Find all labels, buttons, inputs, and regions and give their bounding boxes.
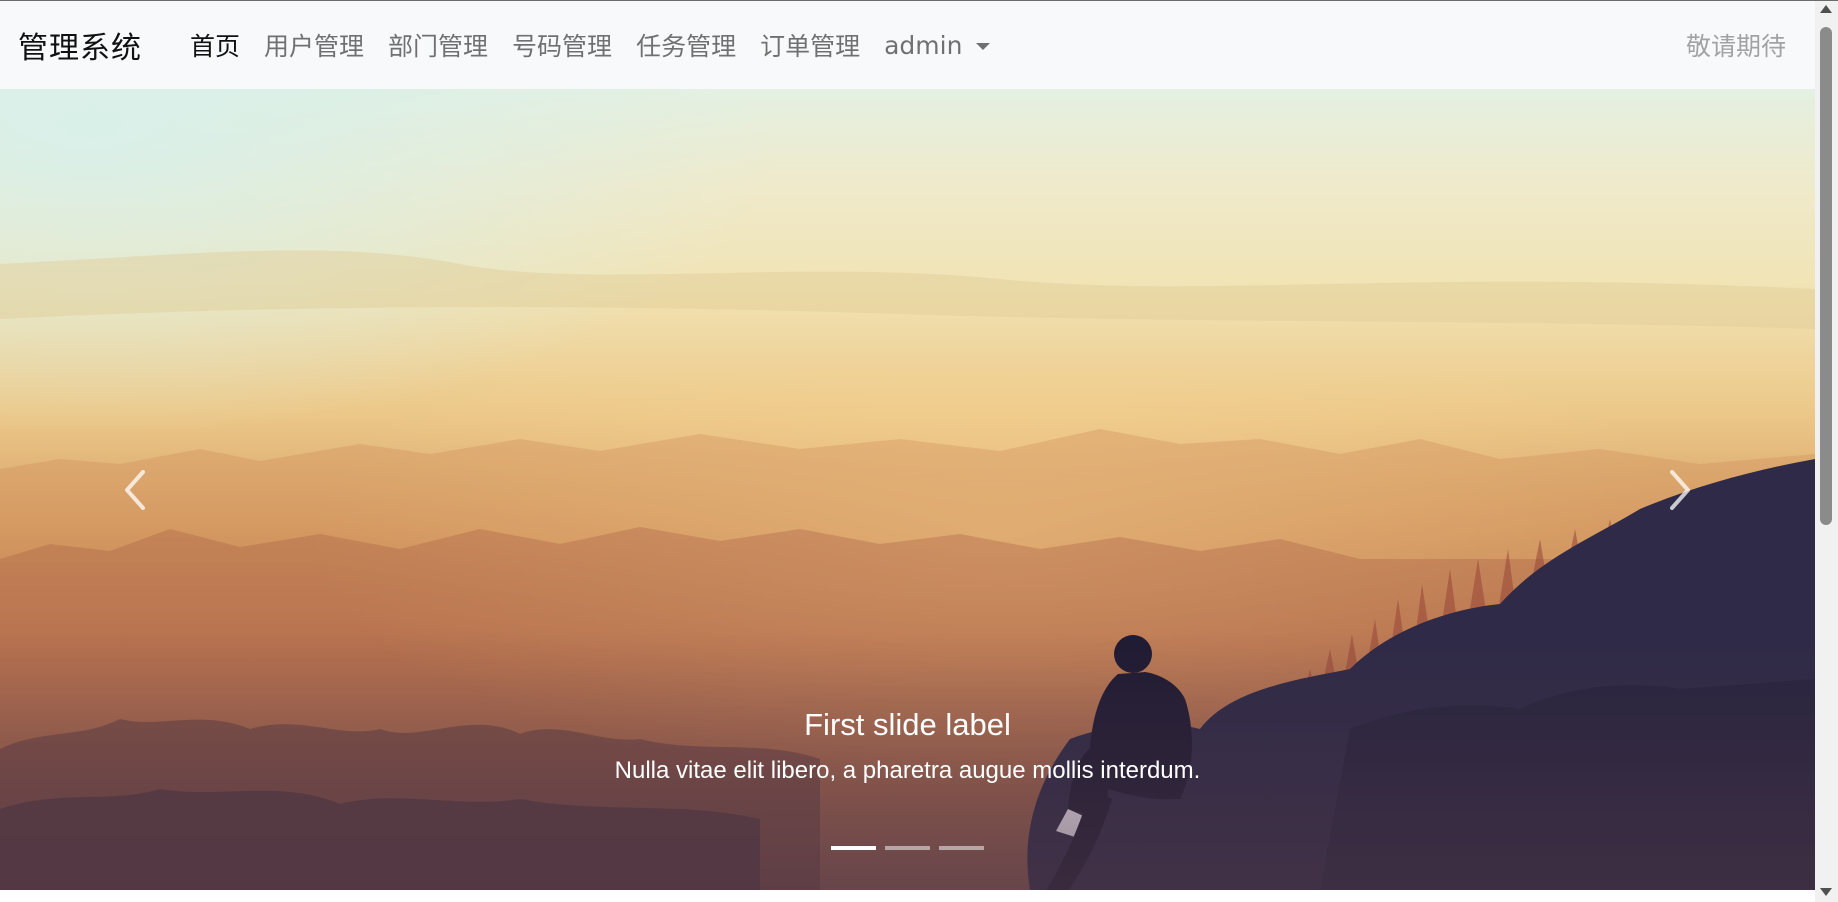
nav-link-user-management[interactable]: 用户管理 [252,27,376,63]
nav-link-task-management[interactable]: 任务管理 [624,27,748,63]
carousel-indicator-1[interactable] [831,846,876,850]
carousel-indicator-3[interactable] [939,846,984,850]
nav-link-home[interactable]: 首页 [178,27,252,63]
carousel-caption: First slide label Nulla vitae elit liber… [0,707,1815,785]
chevron-left-icon [125,469,145,510]
carousel-indicators [0,846,1815,850]
admin-dropdown-toggle[interactable]: admin [872,31,1002,60]
caret-down-icon [976,43,991,50]
nav-links: 首页 用户管理 部门管理 号码管理 任务管理 订单管理 admin [178,27,1002,63]
chevron-right-icon [1670,469,1690,510]
scroll-up-arrow-icon[interactable] [1820,5,1832,13]
caption-title: First slide label [804,707,1011,742]
hero-carousel: First slide label Nulla vitae elit liber… [0,89,1815,890]
scroll-down-arrow-icon[interactable] [1820,888,1832,896]
admin-dropdown-label: admin [884,30,963,60]
navbar-brand[interactable]: 管理系统 [18,23,142,67]
caption-text: Nulla vitae elit libero, a pharetra augu… [614,757,1201,784]
nav-link-department-management[interactable]: 部门管理 [376,27,500,63]
vertical-scrollbar[interactable] [1815,1,1838,902]
nav-link-order-management[interactable]: 订单管理 [748,27,872,63]
scrollbar-thumb[interactable] [1820,27,1832,525]
navbar: 管理系统 首页 用户管理 部门管理 号码管理 任务管理 订单管理 admin 敬… [0,1,1815,89]
coming-soon-link: 敬请期待 [1685,32,1786,61]
page-bottom-area [0,890,1815,902]
nav-link-number-management[interactable]: 号码管理 [500,27,624,63]
carousel-indicator-2[interactable] [885,846,930,850]
